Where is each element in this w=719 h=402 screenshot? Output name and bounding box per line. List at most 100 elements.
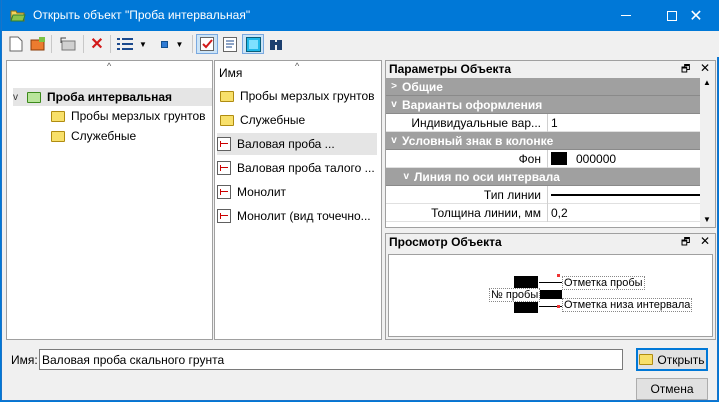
up-level-icon <box>60 37 76 51</box>
property-name-text: Толщина линии, мм <box>431 205 541 220</box>
title-bar: Открыть объект "Проба интервальная" ✕ <box>2 0 719 31</box>
property-category-label: Условный знак в колонке <box>402 133 554 148</box>
chevron-down-icon: ▼ <box>139 39 147 49</box>
sort-arrow-icon: ^ <box>295 61 300 71</box>
property-name: Толщина линии, мм <box>386 203 548 222</box>
properties-icon <box>223 36 237 52</box>
scroll-down-icon[interactable]: ▼ <box>703 215 711 224</box>
preview-label-number: № пробы <box>489 288 541 302</box>
property-category-label: Общие <box>402 79 443 94</box>
close-icon: ✕ <box>689 7 703 25</box>
preview-canvas: № пробы Отметка пробы Отметка низа интер… <box>388 254 713 337</box>
params-scrollbar[interactable]: ▲ ▼ <box>700 78 715 227</box>
binoculars-icon <box>270 40 282 50</box>
list-item-label: Пробы мерзлых грунтов <box>240 89 375 103</box>
list-pane: ^ Имя Пробы мерзлых грунтов Служебные Вало… <box>214 60 382 340</box>
open-button[interactable] <box>29 34 47 54</box>
preview-label-top: Отметка пробы <box>562 276 645 290</box>
open-folder-icon <box>30 37 45 51</box>
tree-item-label: Служебные <box>71 129 137 143</box>
params-panel-title: Параметры Объекта <box>386 61 715 78</box>
chevron-down-icon[interactable]: v <box>386 171 414 182</box>
property-category[interactable]: v Варианты оформления <box>386 96 701 114</box>
find-button[interactable] <box>266 34 286 54</box>
sample-object-icon <box>217 185 231 199</box>
open-button[interactable]: Открыть <box>636 348 708 371</box>
scroll-up-icon[interactable]: ▲ <box>703 78 711 87</box>
view-small-icon <box>160 40 168 48</box>
params-panel: Параметры Объекта 🗗 ✕ > Общие v Варианты оф… <box>385 60 716 228</box>
tree-pane: ^ v Проба интервальная Пробы мерзлых гру… <box>6 60 213 340</box>
name-field[interactable] <box>39 349 623 370</box>
chevron-right-icon[interactable]: > <box>386 81 402 92</box>
property-category[interactable]: v Условный знак в колонке <box>386 132 701 150</box>
icon-size-dropdown[interactable]: ▼ <box>157 34 187 54</box>
property-value[interactable]: 0,2 <box>548 204 701 222</box>
view-mode-dropdown[interactable]: ▼ <box>115 34 149 54</box>
toolbar: ✕ ▼ ▼ <box>2 31 719 57</box>
property-value[interactable]: 000000 <box>548 150 701 168</box>
list-item[interactable]: Монолит <box>217 181 377 203</box>
folder-icon <box>220 90 234 102</box>
preview-panel: Просмотр Объекта 🗗 ✕ № пробы Отметка про… <box>385 233 716 340</box>
property-name-text: Индивидуальные вар... <box>411 115 541 130</box>
minimize-icon <box>621 15 631 16</box>
chevron-down-icon: v <box>13 91 18 103</box>
list-item[interactable]: Пробы мерзлых грунтов <box>217 85 377 107</box>
property-category[interactable]: > Общие <box>386 78 701 96</box>
property-row[interactable]: Фон 000000 <box>386 149 701 168</box>
new-doc-icon <box>9 36 23 52</box>
list-item-label: Монолит <box>237 185 287 199</box>
cancel-button[interactable]: Отмена <box>636 378 708 400</box>
cancel-button-label: Отмена <box>650 382 694 396</box>
checklist-icon <box>200 37 214 51</box>
tree-item-root[interactable]: v Проба интервальная <box>13 88 212 106</box>
folder-open-icon <box>10 10 26 22</box>
dialog-window: Открыть объект "Проба интервальная" ✕ ✕ … <box>1 0 719 401</box>
tree-item-label: Проба интервальная <box>47 90 173 104</box>
minimize-button[interactable] <box>603 0 649 31</box>
property-row[interactable]: Индивидуальные вар... 1 <box>386 113 701 132</box>
tree-item-child[interactable]: Служебные <box>51 127 136 145</box>
float-icon[interactable]: 🗗 <box>681 62 690 79</box>
open-button-label: Открыть <box>657 352 705 367</box>
list-item-label: Валовая проба ... <box>237 137 335 151</box>
folder-open-icon <box>639 354 654 365</box>
list-item-label: Служебные <box>240 113 306 127</box>
tree-item-child[interactable]: Пробы мерзлых грунтов <box>51 107 206 125</box>
list-item[interactable]: Валовая проба ... <box>217 133 377 155</box>
property-value[interactable]: 1 <box>548 114 701 132</box>
property-row[interactable]: Тип линии <box>386 185 701 204</box>
chevron-down-icon[interactable]: v <box>386 135 402 146</box>
property-row[interactable]: Толщина линии, мм 0,2 <box>386 203 701 222</box>
chevron-down-icon[interactable]: v <box>386 99 402 110</box>
sample-object-icon <box>217 161 231 175</box>
checklist-toggle[interactable] <box>196 34 218 54</box>
close-icon[interactable]: ✕ <box>700 61 710 75</box>
property-value[interactable] <box>548 186 701 204</box>
property-value-text: 0,2 <box>551 205 568 220</box>
folder-icon <box>51 130 65 142</box>
list-item-label: Монолит (вид точечно... <box>237 209 371 223</box>
line-type-sample <box>551 193 701 196</box>
property-category[interactable]: v Линия по оси интервала <box>386 168 701 186</box>
new-button[interactable] <box>7 34 25 54</box>
float-icon[interactable]: 🗗 <box>681 235 690 252</box>
preview-toggle[interactable] <box>242 34 264 54</box>
property-value-text: 000000 <box>576 151 617 166</box>
delete-button[interactable]: ✕ <box>88 34 106 54</box>
column-header-name[interactable]: Имя <box>219 66 242 80</box>
list-item[interactable]: Валовая проба талого ... <box>217 157 377 179</box>
property-name: Тип линии <box>386 185 548 204</box>
property-category-label: Варианты оформления <box>402 97 543 112</box>
up-level-button[interactable] <box>57 34 79 54</box>
properties-toggle[interactable] <box>220 34 240 54</box>
tree-item-label: Пробы мерзлых грунтов <box>71 109 206 123</box>
chevron-down-icon: ▼ <box>175 39 184 49</box>
delete-icon: ✕ <box>90 36 104 53</box>
list-item[interactable]: Монолит (вид точечно... <box>217 205 377 227</box>
close-button[interactable]: ✕ <box>673 0 719 31</box>
list-item[interactable]: Служебные <box>217 109 377 131</box>
close-icon[interactable]: ✕ <box>700 234 710 248</box>
window-title: Открыть объект "Проба интервальная" <box>33 8 251 22</box>
